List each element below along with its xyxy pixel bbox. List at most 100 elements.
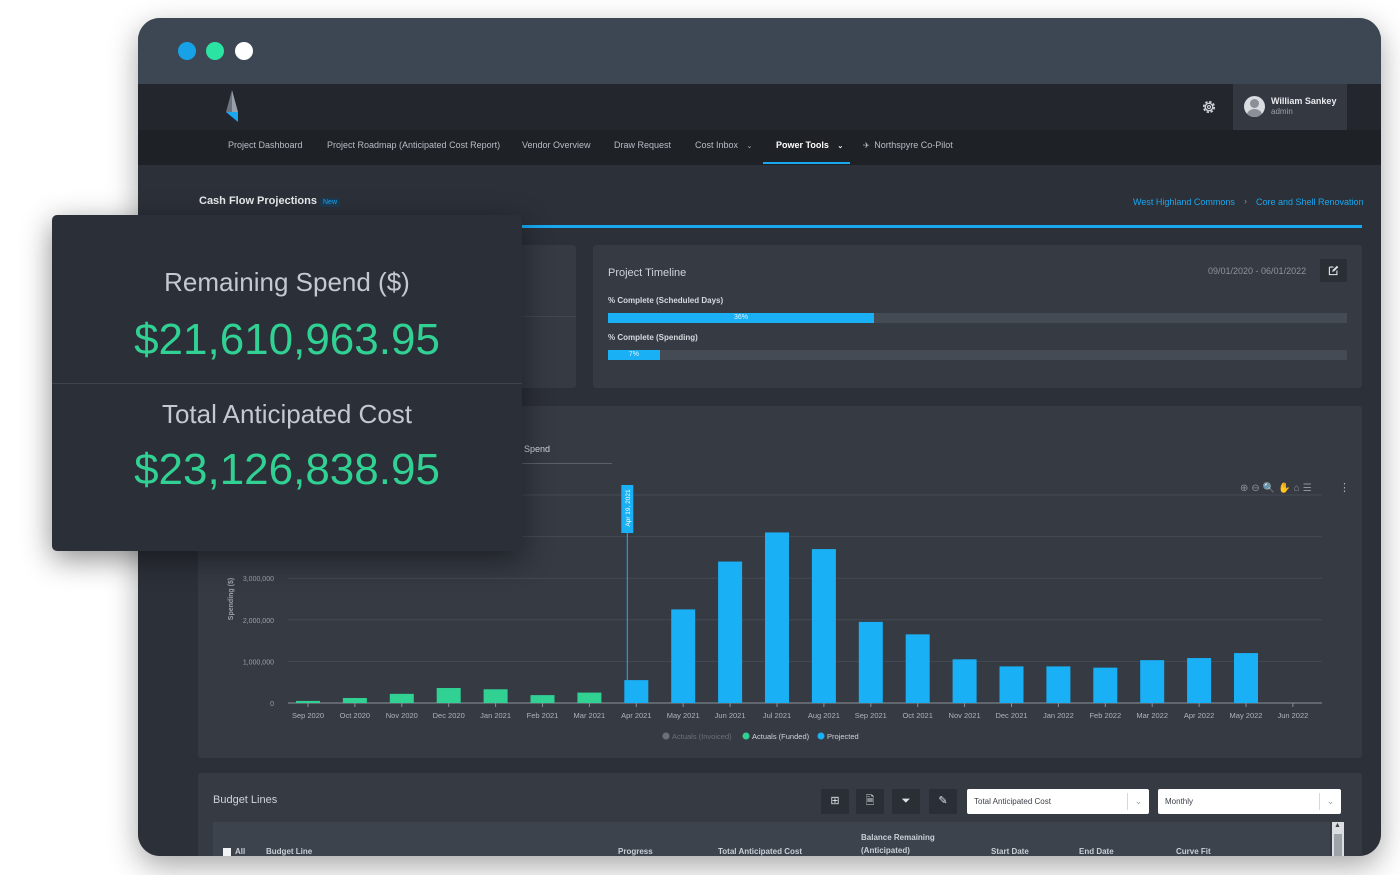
column-progress[interactable]: Progress	[618, 847, 653, 856]
y-tick-label: 0	[270, 701, 274, 708]
select-all-checkbox[interactable]	[223, 848, 231, 856]
filter-button[interactable]: ⏷	[892, 789, 920, 814]
x-tick-label: Dec 2021	[995, 711, 1027, 720]
bar-actuals-funded	[389, 693, 414, 703]
metric-select-value: Total Anticipated Cost	[974, 797, 1051, 806]
nav-cost-inbox[interactable]: Cost Inbox ⌄	[695, 130, 752, 165]
table-view-button[interactable]: ⊞	[821, 789, 849, 814]
x-tick-label: Mar 2021	[574, 711, 606, 720]
export-button[interactable]: 🗎	[856, 789, 884, 814]
scrollbar-thumb[interactable]	[1334, 834, 1342, 856]
main-nav: Project Dashboard Project Roadmap (Antic…	[138, 130, 1381, 165]
bar-projected	[1234, 653, 1258, 703]
total-cost-value: $23,126,838.95	[134, 445, 440, 494]
x-tick-label: Nov 2020	[386, 711, 418, 720]
user-menu[interactable]: William Sankey admin	[1233, 84, 1347, 130]
northspyre-logo-icon[interactable]	[224, 90, 240, 122]
spending-label: % Complete (Spending)	[608, 333, 698, 342]
nav-active-indicator	[763, 162, 850, 164]
window-close-dot[interactable]	[178, 42, 196, 60]
x-tick-label: Jan 2022	[1043, 711, 1074, 720]
user-role: admin	[1271, 107, 1293, 116]
y-tick-label: 2,000,000	[243, 618, 274, 625]
breadcrumb-project[interactable]: West Highland Commons	[1133, 197, 1235, 207]
bar-projected	[858, 621, 883, 703]
x-tick-label: Oct 2020	[340, 711, 370, 720]
tab-spend-underline	[510, 463, 612, 464]
x-tick-label: Dec 2020	[433, 711, 465, 720]
period-select[interactable]: Monthly ⌄	[1158, 789, 1341, 814]
x-tick-label: May 2021	[667, 711, 700, 720]
nav-project-dashboard[interactable]: Project Dashboard	[228, 130, 303, 165]
chart-menu-icon[interactable]: ⋮	[1339, 481, 1350, 494]
spending-progress-fill: 7%	[608, 350, 660, 360]
timeline-title: Project Timeline	[608, 267, 687, 279]
budget-table-header: All Budget Line Progress Total Anticipat…	[213, 822, 1330, 856]
tab-spend[interactable]: Spend	[524, 444, 550, 454]
x-tick-label: Nov 2021	[949, 711, 981, 720]
metric-select[interactable]: Total Anticipated Cost ⌄	[967, 789, 1149, 814]
x-tick-label: Apr 2021	[621, 711, 651, 720]
user-name: William Sankey	[1271, 96, 1337, 106]
bar-projected	[765, 532, 789, 703]
nav-cost-inbox-label: Cost Inbox	[695, 140, 739, 150]
timeline-dates: 09/01/2020 - 06/01/2022	[1208, 266, 1307, 276]
copilot-icon: ✈	[863, 141, 870, 150]
bar-projected	[1093, 667, 1118, 703]
column-total-cost[interactable]: Total Anticipated Cost	[718, 847, 802, 856]
x-tick-label: Jun 2021	[715, 711, 746, 720]
bar-actuals-funded	[530, 695, 555, 703]
bar-actuals-funded	[436, 688, 461, 703]
scroll-up-icon[interactable]: ▲	[1334, 822, 1341, 829]
scheduled-progress-fill: 36%	[608, 313, 875, 323]
edit-budget-button[interactable]: ✎	[929, 789, 957, 814]
x-tick-label: Jan 2021	[480, 711, 511, 720]
nav-vendor-overview[interactable]: Vendor Overview	[522, 130, 591, 165]
legend-dot	[742, 732, 750, 740]
legend-label: Actuals (Invoiced)	[672, 732, 732, 741]
remaining-spend-value: $21,610,963.95	[134, 315, 440, 364]
bar-projected	[905, 634, 930, 703]
table-scrollbar[interactable]: ▲	[1332, 822, 1344, 856]
legend-label: Projected	[827, 732, 859, 741]
nav-project-roadmap[interactable]: Project Roadmap (Anticipated Cost Report…	[327, 130, 500, 165]
scheduled-progress-track: 36%	[608, 313, 1347, 323]
breadcrumb-subproject[interactable]: Core and Shell Renovation	[1256, 197, 1364, 207]
x-tick-label: Apr 2022	[1184, 711, 1214, 720]
remaining-spend-label: Remaining Spend ($)	[164, 267, 410, 297]
grid-icon: ⊞	[830, 795, 840, 807]
y-tick-label: 1,000,000	[243, 659, 274, 666]
column-curve-fit[interactable]: Curve Fit	[1176, 847, 1211, 856]
app-header: William Sankey admin	[138, 84, 1381, 130]
column-budget-line[interactable]: Budget Line	[266, 847, 312, 856]
period-select-value: Monthly	[1165, 797, 1194, 806]
summary-card: Remaining Spend ($) $21,610,963.95 Total…	[52, 215, 522, 551]
card-divider	[52, 383, 522, 384]
column-balance-line1[interactable]: Balance Remaining	[861, 833, 935, 842]
column-end-date[interactable]: End Date	[1079, 847, 1114, 856]
nav-power-tools[interactable]: Power Tools ⌄	[776, 130, 843, 165]
legend-label: Actuals (Funded)	[752, 732, 810, 741]
window-minimize-dot[interactable]	[206, 42, 224, 60]
nav-draw-request[interactable]: Draw Request	[614, 130, 671, 165]
x-tick-label: Oct 2021	[902, 711, 932, 720]
bar-projected	[999, 666, 1024, 703]
x-tick-label: Jun 2022	[1277, 711, 1308, 720]
column-start-date[interactable]: Start Date	[991, 847, 1029, 856]
y-tick-label: 3,000,000	[243, 576, 274, 583]
legend-dot	[817, 732, 825, 740]
bar-actuals-funded	[577, 692, 602, 703]
y-axis-label: Spending ($)	[228, 578, 235, 620]
bar-actuals-funded	[342, 698, 367, 703]
date-marker-label: Apr 19, 2021	[625, 489, 632, 527]
window-maximize-dot[interactable]	[235, 42, 253, 60]
total-cost-label: Total Anticipated Cost	[161, 399, 413, 429]
nav-copilot[interactable]: ✈ Northspyre Co-Pilot	[863, 130, 953, 165]
gear-icon[interactable]	[1200, 98, 1218, 116]
project-timeline-panel: Project Timeline 09/01/2020 - 06/01/2022…	[593, 245, 1362, 388]
budget-lines-title: Budget Lines	[213, 794, 278, 806]
edit-timeline-button[interactable]	[1320, 259, 1347, 282]
bar-projected	[671, 609, 696, 703]
nav-power-tools-label: Power Tools	[776, 140, 829, 150]
x-tick-label: Feb 2021	[527, 711, 559, 720]
